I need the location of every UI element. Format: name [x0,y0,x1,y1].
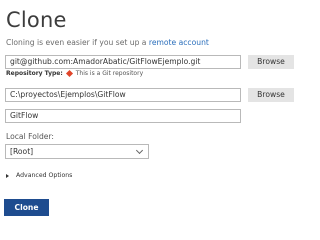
repository-type-label: Repository Type: [6,70,63,77]
browse-destination-button[interactable]: Browse [248,88,294,102]
subtitle-text: Cloning is even easier if you set up a [6,38,149,47]
page-title: Clone [6,8,67,32]
advanced-options-label: Advanced Options [16,172,73,179]
clone-button[interactable]: Clone [4,199,49,216]
clone-dialog: Clone Cloning is even easier if you set … [0,0,300,225]
advanced-options-toggle[interactable]: Advanced Options [6,172,72,179]
local-folder-select[interactable]: [Root] [5,144,149,159]
browse-source-button[interactable]: Browse [248,55,294,69]
repository-type: Repository Type: This is a Git repositor… [6,69,144,78]
source-url-field[interactable]: git@github.com:AmadorAbatic/GitFlowEjemp… [5,55,241,69]
local-folder-selected: [Root] [10,147,34,156]
destination-path-field[interactable]: C:\proyectos\Ejemplos\GitFlow [5,88,241,102]
subtitle: Cloning is even easier if you set up a r… [6,38,209,47]
expand-arrow-icon [6,173,9,178]
chevron-down-icon [135,146,144,155]
remote-account-link[interactable]: remote account [149,38,209,47]
repository-type-value: This is a Git repository [75,70,144,77]
git-icon [65,69,73,78]
local-folder-label: Local Folder: [6,132,54,141]
repository-name-field[interactable]: GitFlow [5,109,241,123]
